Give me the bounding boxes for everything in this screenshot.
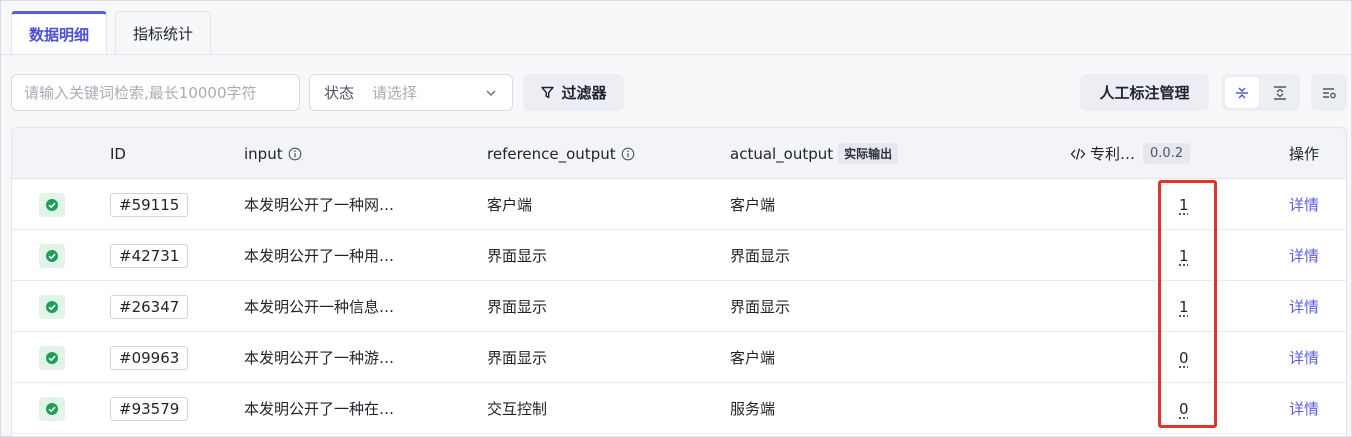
collapse-rows-icon xyxy=(1236,87,1248,98)
table-row: #42731 本发明公开了一种用… 界面显示 界面显示 1 详情 xyxy=(12,230,1346,281)
column-settings-button[interactable] xyxy=(1311,74,1347,111)
status-check-icon xyxy=(39,192,65,217)
table-row: #93579 本发明公开了一种在… 交互控制 服务端 0 详情 xyxy=(12,383,1346,434)
row-actual-output: 客户端 xyxy=(730,349,776,367)
chevron-down-icon xyxy=(486,89,496,96)
info-icon[interactable] xyxy=(288,147,302,161)
data-table: ID input reference_output actual_output … xyxy=(11,127,1347,437)
row-reference-output: 界面显示 xyxy=(487,247,548,265)
status-check-icon xyxy=(39,345,65,370)
manual-annotation-label: 人工标注管理 xyxy=(1099,84,1190,102)
column-header-actions: 操作 xyxy=(1289,145,1320,163)
row-actual-output: 客户端 xyxy=(730,196,776,214)
tab-divider xyxy=(1,54,1351,55)
manual-annotation-button[interactable]: 人工标注管理 xyxy=(1080,74,1209,111)
row-actual-output: 服务端 xyxy=(730,400,776,418)
detail-link[interactable]: 详情 xyxy=(1289,332,1319,383)
table-row: #09963 本发明公开了一种游… 界面显示 客户端 0 详情 xyxy=(12,332,1346,383)
expanded-rows-button[interactable] xyxy=(1263,77,1297,108)
row-density-toggle xyxy=(1222,74,1300,111)
filter-icon xyxy=(541,86,555,99)
detail-link[interactable]: 详情 xyxy=(1289,281,1319,332)
column-header-reference-output-label: reference_output xyxy=(487,144,616,163)
status-check-icon xyxy=(39,243,65,268)
search-input[interactable]: 请输入关键词检索,最长10000字符 xyxy=(11,74,300,111)
score-highlight-box xyxy=(1158,180,1217,428)
tab-data-details[interactable]: 数据明细 xyxy=(11,11,108,54)
tab-metrics[interactable]: 指标统计 xyxy=(115,11,212,54)
table-row: #26347 本发明公开一种信息… 界面显示 界面显示 1 详情 xyxy=(12,281,1346,332)
search-placeholder: 请输入关键词检索,最长10000字符 xyxy=(24,84,257,102)
row-input: 本发明公开了一种在… xyxy=(244,400,395,418)
row-input: 本发明公开了一种网… xyxy=(244,196,395,214)
row-reference-output: 客户端 xyxy=(487,196,533,214)
row-actual-output: 界面显示 xyxy=(730,247,791,265)
row-reference-output: 交互控制 xyxy=(487,400,548,418)
row-id: #09963 xyxy=(110,345,189,370)
row-id: #93579 xyxy=(110,396,189,421)
status-placeholder: 请选择 xyxy=(372,84,418,102)
info-icon[interactable] xyxy=(621,147,635,161)
code-icon xyxy=(1070,147,1086,160)
status-check-icon xyxy=(39,294,65,319)
column-settings-icon xyxy=(1323,87,1336,98)
row-input: 本发明公开了一种游… xyxy=(244,349,395,367)
detail-link[interactable]: 详情 xyxy=(1289,230,1319,281)
actual-output-tag: 实际输出 xyxy=(838,143,899,164)
table-row: #59115 本发明公开了一种网… 客户端 客户端 1 详情 xyxy=(12,179,1346,230)
evaluation-panel: 数据明细 指标统计 请输入关键词检索,最长10000字符 状态 请选择 过滤器 … xyxy=(0,0,1352,437)
column-header-actual-output-label: actual_output xyxy=(730,144,834,163)
column-header-input: input xyxy=(244,128,302,179)
row-reference-output: 界面显示 xyxy=(487,349,548,367)
expand-rows-icon xyxy=(1274,85,1286,100)
row-input: 本发明公开一种信息… xyxy=(244,298,395,316)
detail-link[interactable]: 详情 xyxy=(1289,179,1319,230)
column-header-evaluator-label: 专利… xyxy=(1090,145,1136,163)
row-reference-output: 界面显示 xyxy=(487,298,548,316)
compact-rows-button[interactable] xyxy=(1225,77,1259,108)
row-input: 本发明公开了一种用… xyxy=(244,247,395,265)
filter-button[interactable]: 过滤器 xyxy=(523,74,624,111)
table-header: ID input reference_output actual_output … xyxy=(12,128,1346,179)
status-label: 状态 xyxy=(324,84,355,102)
detail-link[interactable]: 详情 xyxy=(1289,383,1319,434)
column-header-id: ID xyxy=(110,144,126,163)
tab-bar: 数据明细 指标统计 xyxy=(11,11,212,55)
column-header-reference-output: reference_output xyxy=(487,128,635,179)
filter-label: 过滤器 xyxy=(561,84,607,102)
evaluator-version-badge: 0.0.2 xyxy=(1143,143,1191,164)
column-header-actual-output: actual_output 实际输出 xyxy=(730,128,899,179)
row-id: #42731 xyxy=(110,243,189,268)
status-check-icon xyxy=(39,396,65,421)
column-header-input-label: input xyxy=(244,144,283,163)
row-id: #26347 xyxy=(110,294,189,319)
toolbar: 请输入关键词检索,最长10000字符 状态 请选择 过滤器 人工标注管理 xyxy=(11,74,1347,112)
row-id: #59115 xyxy=(110,192,189,217)
row-actual-output: 界面显示 xyxy=(730,298,791,316)
status-select[interactable]: 状态 请选择 xyxy=(309,74,513,111)
column-header-evaluator: 专利… 0.0.2 xyxy=(1070,128,1191,179)
